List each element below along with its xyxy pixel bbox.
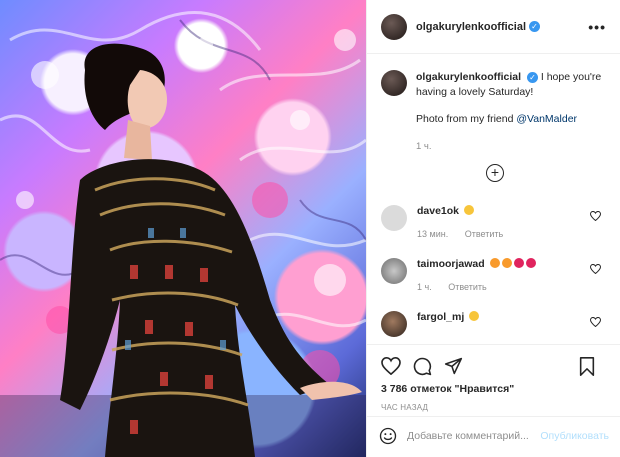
comment-body: dave1ok 13 мин. Ответить [417,205,517,239]
comment-username[interactable]: taimoorjawad [417,258,485,270]
comment-icon[interactable] [413,357,432,376]
comment-body: fargol_mj [417,311,480,337]
comment-username[interactable]: dave1ok [417,205,459,217]
comment-item: taimoorjawad 1 ч. Ответить [381,258,607,292]
red-heart-emoji-icon [513,258,524,268]
likes-count[interactable]: 3 786 отметок "Нравится" [367,379,620,395]
caption-username[interactable]: olgakurylenkoofficial [416,71,521,83]
emoji-icon [463,205,474,215]
smiley-icon[interactable] [379,427,397,445]
comment-body: taimoorjawad 1 ч. Ответить [417,258,536,292]
comment-avatar[interactable] [381,205,407,231]
verified-badge-icon: ✓ [529,21,541,32]
reply-button[interactable]: Ответить [448,282,486,292]
caption-avatar[interactable] [381,70,407,96]
comment-time[interactable]: 13 мин. [417,229,448,239]
comment-like-heart-icon[interactable] [590,317,601,327]
post-header: olgakurylenkoofficial ✓ ••• [367,0,620,54]
comment-time[interactable]: 1 ч. [417,282,432,292]
caption-body: olgakurylenkoofficial ✓ I hope you're ha… [416,70,606,154]
more-options-icon[interactable]: ••• [588,19,606,35]
comment-avatar[interactable] [381,258,407,284]
heart-icon[interactable] [381,357,401,375]
post-sidebar: olgakurylenkoofficial ✓ ••• olgakurylenk… [366,0,620,457]
publish-button[interactable]: Опубликовать [540,430,609,442]
author-username[interactable]: olgakurylenkoofficial [416,21,526,33]
post-photo[interactable] [0,0,366,457]
fire-emoji-icon [501,258,512,268]
comment-like-heart-icon[interactable] [590,264,601,274]
emoji-icon [469,311,480,321]
comment-avatar[interactable] [381,311,407,337]
post-time[interactable]: ЧАС НАЗАД [367,395,620,412]
comment-item: fargol_mj [381,311,607,337]
post-actions: 3 786 отметок "Нравится" ЧАС НАЗАД Добав… [367,344,620,454]
action-icons [367,345,620,379]
photo-artwork [0,11,366,457]
post-caption: olgakurylenkoofficial ✓ I hope you're ha… [367,54,620,154]
caption-credit-text: Photo from my friend [416,113,517,125]
share-icon[interactable] [444,357,463,375]
avatar[interactable] [381,13,407,40]
add-comment-bar: Добавьте комментарий... Опубликовать [367,416,620,454]
fire-emoji-icon [489,258,500,268]
load-more-comments-button[interactable]: + [486,164,504,182]
comment-like-heart-icon[interactable] [590,211,601,221]
comment-input[interactable]: Добавьте комментарий... [407,430,540,442]
comment-item: dave1ok 13 мин. Ответить [381,205,607,239]
caption-verified-badge-icon: ✓ [526,71,538,83]
comment-meta: 13 мин. Ответить [417,229,517,239]
caption-time[interactable]: 1 ч. [416,139,606,154]
instagram-post-view: olgakurylenkoofficial ✓ ••• olgakurylenk… [0,0,620,457]
bookmark-icon[interactable] [579,356,595,376]
red-heart-emoji-icon [525,258,536,268]
comment-meta: 1 ч. Ответить [417,282,536,292]
caption-credit: Photo from my friend @VanMalder [416,112,606,127]
mention-link[interactable]: @VanMalder [516,113,577,125]
comment-username[interactable]: fargol_mj [417,311,464,323]
reply-button[interactable]: Ответить [465,229,503,239]
